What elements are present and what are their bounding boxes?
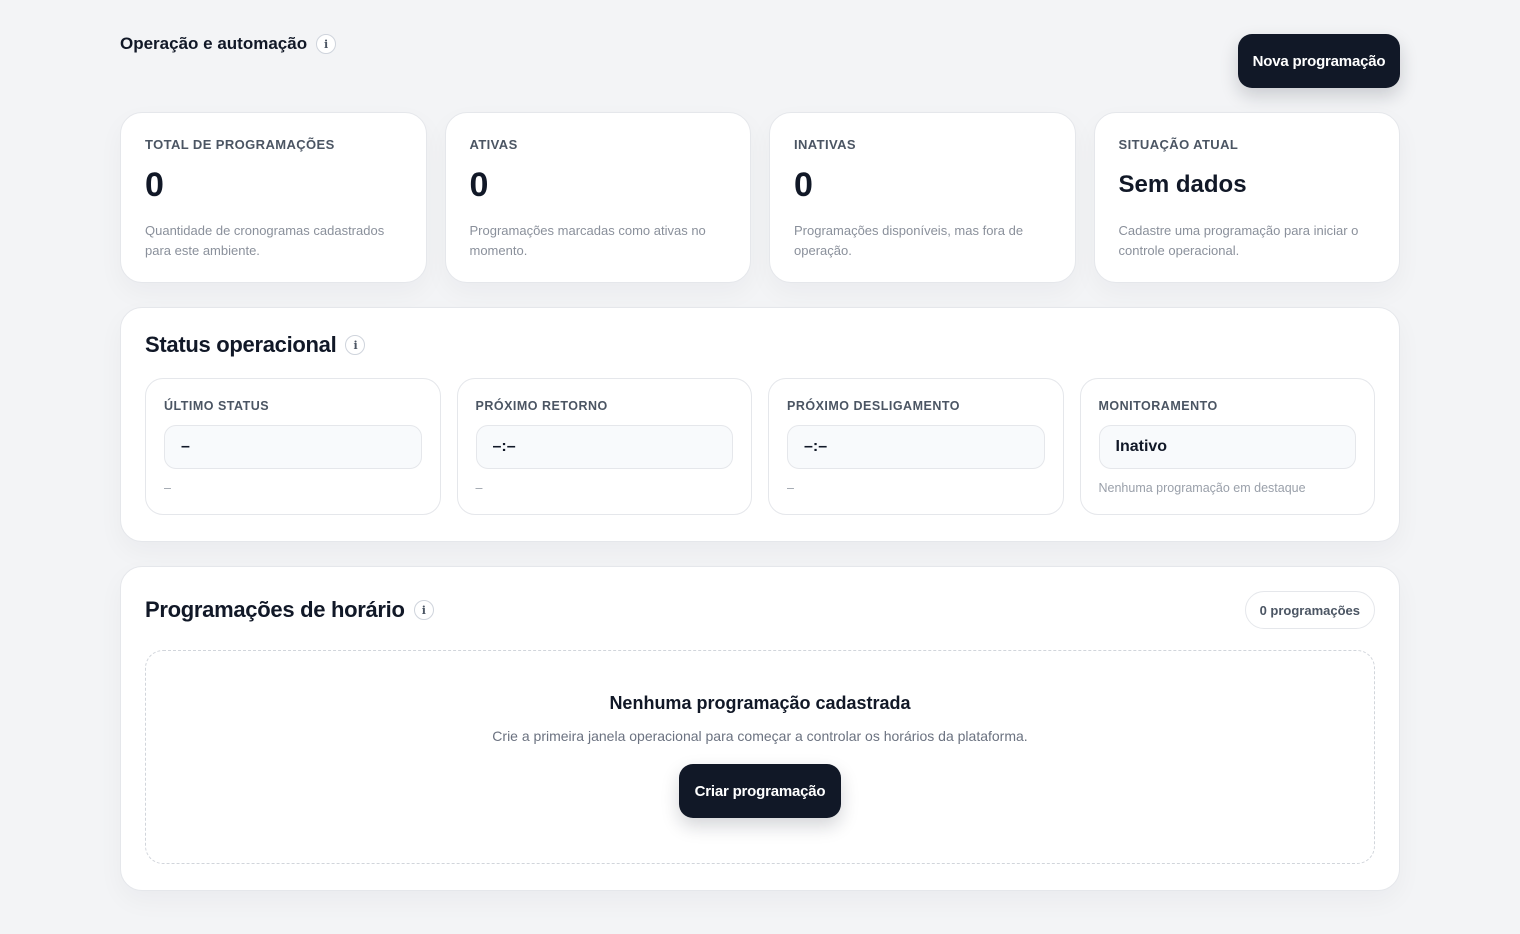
new-schedule-button[interactable]: Nova programação <box>1238 34 1400 88</box>
schedule-section-header: Programações de horário i 0 programações <box>145 591 1375 629</box>
schedule-count-badge: 0 programações <box>1244 591 1375 629</box>
info-icon[interactable]: i <box>316 34 337 54</box>
status-field: Inativo <box>1098 425 1356 469</box>
status-label: MONITORAMENTO <box>1098 399 1218 413</box>
status-note: – <box>164 481 171 495</box>
status-label: PRÓXIMO RETORNO <box>475 399 608 413</box>
section-title: Programações de horário i <box>145 597 434 623</box>
status-label: ÚLTIMO STATUS <box>164 399 270 413</box>
empty-state-title: Nenhuma programação cadastrada <box>609 693 911 713</box>
stat-description: Cadastre uma programação para iniciar o … <box>1118 223 1359 258</box>
status-section: Status operacional i ÚLTIMO STATUS – – P… <box>120 307 1400 542</box>
status-card-next-shutdown: PRÓXIMO DESLIGAMENTO –:– – <box>768 378 1064 515</box>
stats-row: TOTAL DE PROGRAMAÇÕES 0 Quantidade de cr… <box>120 112 1400 283</box>
page-title: Operação e automação i <box>120 34 337 54</box>
status-note: – <box>787 481 794 495</box>
stat-value: 0 <box>145 166 164 204</box>
section-title: Status operacional i <box>145 332 1375 358</box>
stat-label: INATIVAS <box>794 137 856 152</box>
stat-value: 0 <box>469 166 489 204</box>
stat-description: Quantidade de cronogramas cadastrados pa… <box>145 223 385 258</box>
stat-label: TOTAL DE PROGRAMAÇÕES <box>145 137 335 152</box>
stat-value: Sem dados <box>1118 171 1247 198</box>
status-card-last-status: ÚLTIMO STATUS – – <box>145 378 441 515</box>
stat-card-active: ATIVAS 0 Programações marcadas como ativ… <box>444 112 751 283</box>
stat-description: Programações disponíveis, mas fora de op… <box>794 223 1024 258</box>
section-title-text: Status operacional <box>145 332 337 357</box>
info-icon[interactable]: i <box>345 335 366 355</box>
status-field: –:– <box>787 425 1045 469</box>
status-note: – <box>475 481 483 495</box>
stat-card-current-situation: SITUAÇÃO ATUAL Sem dados Cadastre uma pr… <box>1093 112 1400 283</box>
page: Operação e automação i Nova programação … <box>0 0 1520 934</box>
section-title-text: Programações de horário <box>145 597 405 622</box>
status-label: PRÓXIMO DESLIGAMENTO <box>787 399 960 413</box>
status-card-monitoring: MONITORAMENTO Inativo Nenhuma programaçã… <box>1079 378 1375 515</box>
create-schedule-button[interactable]: Criar programação <box>679 764 841 818</box>
stat-value: 0 <box>794 166 813 204</box>
status-field: –:– <box>475 425 733 469</box>
stat-label: ATIVAS <box>469 137 518 152</box>
stat-card-total: TOTAL DE PROGRAMAÇÕES 0 Quantidade de cr… <box>120 112 427 283</box>
stat-description: Programações marcadas como ativas no mom… <box>469 223 706 258</box>
status-grid: ÚLTIMO STATUS – – PRÓXIMO RETORNO –:– – … <box>145 378 1375 515</box>
stat-label: SITUAÇÃO ATUAL <box>1118 137 1239 152</box>
stat-card-inactive: INATIVAS 0 Programações disponíveis, mas… <box>769 112 1076 283</box>
schedule-section: Programações de horário i 0 programações… <box>120 566 1400 891</box>
status-field: – <box>164 425 422 469</box>
status-note: Nenhuma programação em destaque <box>1098 481 1306 495</box>
page-title-text: Operação e automação <box>120 34 308 53</box>
empty-state: Nenhuma programação cadastrada Crie a pr… <box>145 650 1375 864</box>
status-card-next-return: PRÓXIMO RETORNO –:– – <box>456 378 752 515</box>
info-icon[interactable]: i <box>413 600 434 620</box>
empty-state-description: Crie a primeira janela operacional para … <box>492 728 1028 744</box>
